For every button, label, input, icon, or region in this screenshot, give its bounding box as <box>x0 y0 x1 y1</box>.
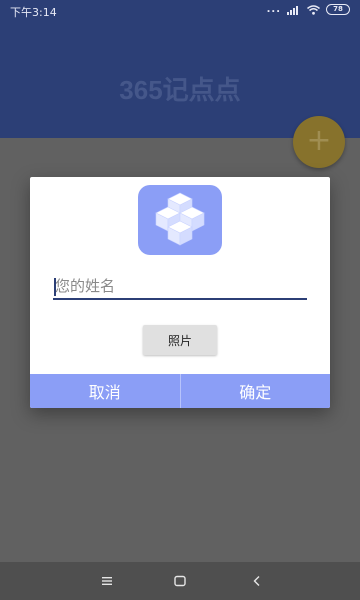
app-title: 365记点点 <box>119 75 241 105</box>
home-icon[interactable] <box>170 571 190 591</box>
text-cursor <box>54 278 56 296</box>
profile-dialog: 照片 取消 确定 <box>30 177 330 408</box>
status-bar: 下午3:14 ... 78 <box>0 0 360 22</box>
navigation-bar <box>0 562 360 600</box>
status-time: 下午3:14 <box>10 6 57 19</box>
notification-dots: ... <box>266 4 281 15</box>
name-input[interactable] <box>53 274 307 300</box>
add-fab-button[interactable]: + <box>293 116 345 168</box>
wifi-icon <box>307 4 320 15</box>
cancel-button[interactable]: 取消 <box>30 374 180 408</box>
menu-icon[interactable] <box>97 571 117 591</box>
status-icons: ... 78 <box>267 4 350 15</box>
app-logo-icon <box>138 185 222 255</box>
confirm-button[interactable]: 确定 <box>180 374 330 408</box>
battery-icon: 78 <box>326 4 350 15</box>
photo-button[interactable]: 照片 <box>143 325 217 355</box>
back-icon[interactable] <box>247 571 267 591</box>
dialog-actions: 取消 确定 <box>30 374 330 408</box>
signal-icon <box>287 5 301 15</box>
